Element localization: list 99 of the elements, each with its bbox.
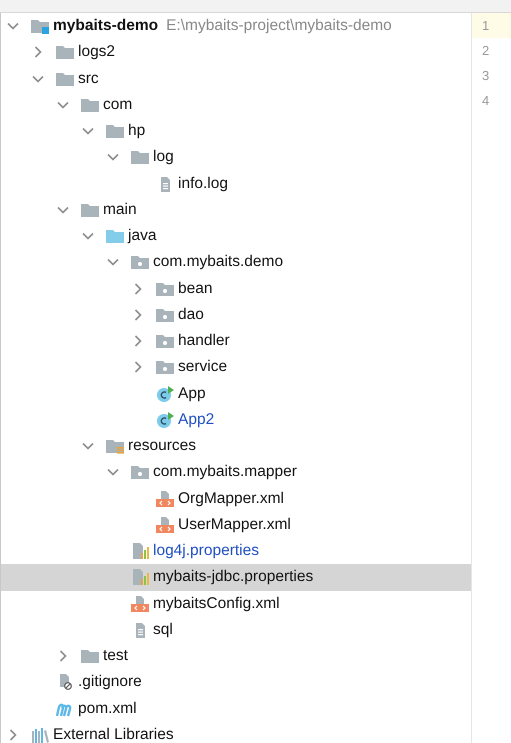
file-name: com [103, 96, 132, 114]
chevron-right-icon[interactable] [132, 282, 144, 295]
file-name: mybaits-demo [53, 17, 158, 36]
file-name: test [103, 647, 128, 666]
package-folder-icon [155, 359, 175, 376]
tree-row[interactable]: log4j.properties [1, 538, 471, 564]
file-name: OrgMapper.xml [178, 490, 284, 508]
tree-row[interactable]: test [1, 643, 471, 670]
tree-row[interactable]: com.mybaits.mapper [1, 459, 471, 486]
file-name: com.mybaits.demo [153, 253, 284, 272]
chevron-right-icon[interactable] [7, 728, 19, 741]
folder-icon [80, 202, 100, 218]
tree-row[interactable]: sql [1, 616, 471, 643]
xml-file-icon [155, 490, 175, 507]
class-icon [155, 386, 175, 402]
chevron-down-icon[interactable] [107, 256, 119, 268]
tree-row[interactable]: OrgMapper.xml [1, 486, 471, 512]
package-folder-icon [130, 464, 150, 480]
properties-file-icon [130, 569, 150, 586]
folder-icon [105, 123, 125, 140]
file-name: App [178, 384, 206, 403]
file-name: hp [128, 122, 146, 140]
tree-row[interactable]: App [1, 380, 471, 407]
xml-file-icon [155, 516, 175, 533]
file-name: com.mybaits.mapper [153, 463, 297, 482]
chevron-right-icon[interactable] [132, 361, 144, 374]
file-name: info.log [178, 174, 228, 193]
file-name: src [78, 70, 99, 88]
file-name: UserMapper.xml [178, 516, 291, 534]
tree-row[interactable]: hp [1, 118, 471, 144]
libraries-icon [30, 726, 50, 743]
folder-icon [80, 96, 100, 113]
tree-row[interactable]: handler [1, 328, 471, 354]
folder-icon [80, 648, 100, 664]
package-folder-icon [130, 254, 150, 270]
folder-icon [130, 149, 150, 166]
tree-row[interactable]: UserMapper.xml [1, 512, 471, 538]
chevron-right-icon[interactable] [57, 650, 69, 662]
tree-row[interactable]: service [1, 354, 471, 380]
chevron-right-icon[interactable] [32, 46, 44, 58]
tree-row[interactable]: log [1, 144, 471, 170]
project-path: E:\mybaits-project\mybaits-demo [166, 17, 392, 36]
chevron-down-icon[interactable] [82, 125, 94, 138]
line-number: 1 [472, 13, 511, 38]
tree-row[interactable]: info.log [1, 170, 471, 197]
tree-row[interactable]: External Libraries [1, 722, 471, 743]
package-folder-icon [155, 333, 175, 350]
file-name: service [178, 358, 228, 376]
file-name: java [128, 227, 156, 246]
folder-icon [105, 228, 125, 244]
file-name: External Libraries [53, 726, 174, 743]
tree-row[interactable]: dao [1, 302, 471, 328]
tree-row[interactable]: com [1, 92, 471, 118]
package-folder-icon [155, 306, 175, 323]
chevron-down-icon[interactable] [82, 440, 94, 452]
xml-file-icon [130, 596, 150, 612]
file-name: bean [178, 280, 212, 298]
file-name: pom.xml [78, 700, 137, 718]
tree-row[interactable]: mybaits-jdbc.properties [1, 564, 471, 590]
line-number: 3 [481, 67, 490, 85]
file-name: sql [153, 620, 173, 639]
module-folder-icon [30, 18, 50, 34]
folder-icon [55, 70, 75, 87]
resources-folder-icon [105, 438, 125, 454]
line-number: 2 [481, 42, 490, 60]
tree-row[interactable]: src [1, 66, 471, 92]
chevron-right-icon[interactable] [132, 308, 144, 321]
tree-row[interactable]: pom.xml [1, 696, 471, 722]
tree-row[interactable]: mybaitsConfig.xml [1, 590, 471, 617]
tree-row[interactable]: App2 [1, 406, 471, 433]
file-name: main [103, 200, 137, 219]
tree-row[interactable]: bean [1, 276, 471, 302]
tree-row[interactable]: .gitignore [1, 669, 471, 696]
file-name: App2 [178, 410, 214, 429]
chevron-down-icon[interactable] [82, 230, 94, 242]
file-name: log4j.properties [153, 542, 259, 560]
file-name: mybaitsConfig.xml [153, 594, 280, 613]
file-name: dao [178, 306, 204, 324]
file-name: .gitignore [78, 673, 142, 692]
package-folder-icon [155, 280, 175, 297]
chevron-down-icon[interactable] [7, 20, 19, 32]
tree-row[interactable]: resources [1, 433, 471, 460]
properties-file-icon [130, 543, 150, 560]
folder-icon [55, 44, 75, 60]
file-name: logs2 [78, 43, 116, 62]
tree-row[interactable]: java [1, 223, 471, 250]
file-name: mybaits-jdbc.properties [153, 568, 314, 586]
tree-row[interactable]: com.mybaits.demo [1, 249, 471, 276]
tree-row[interactable]: mybaits-demo E:\mybaits-project\mybaits-demo [1, 13, 471, 40]
file-name: log [153, 148, 174, 166]
chevron-down-icon[interactable] [107, 466, 119, 478]
chevron-right-icon[interactable] [132, 335, 144, 348]
file-name: handler [178, 332, 230, 350]
class-icon [155, 412, 175, 428]
file-name: resources [128, 437, 196, 456]
tree-row[interactable]: logs2 [1, 39, 471, 66]
tree-row[interactable]: main [1, 196, 471, 223]
line-number: 4 [481, 92, 490, 110]
chevron-down-icon[interactable] [107, 151, 119, 164]
